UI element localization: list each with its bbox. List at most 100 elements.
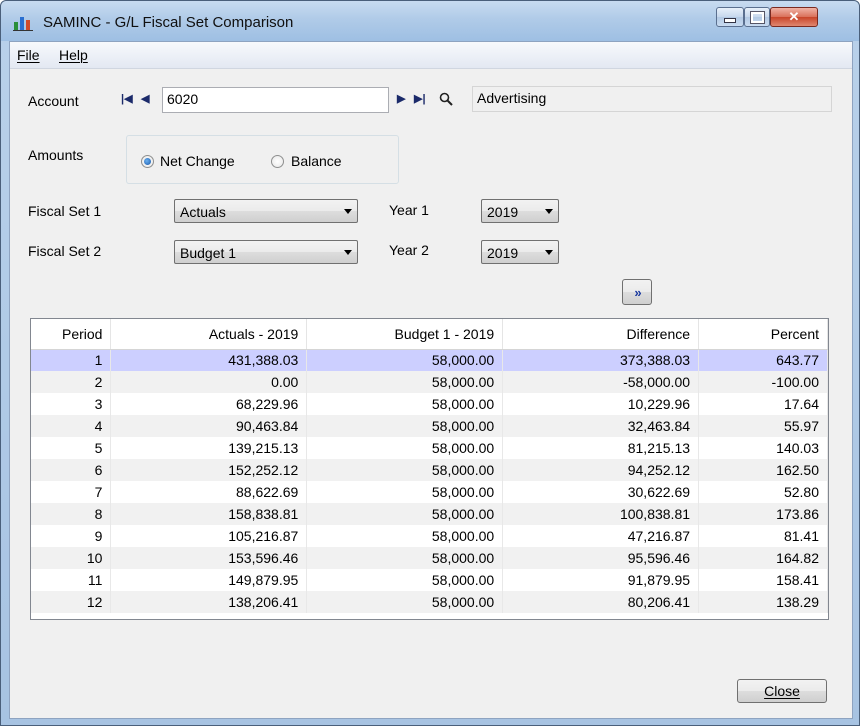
cell-difference: -58,000.00 bbox=[502, 371, 700, 393]
menu-file[interactable]: File bbox=[17, 47, 40, 63]
fiscal-set-1-select[interactable]: Actuals bbox=[174, 199, 358, 223]
cell-budget: 58,000.00 bbox=[306, 437, 504, 459]
cell-percent: 55.97 bbox=[698, 415, 828, 437]
balance-label[interactable]: Balance bbox=[291, 153, 342, 169]
table-row[interactable]: 1 431,388.03 58,000.00 373,388.03 643.77 bbox=[31, 349, 828, 371]
year-2-label: Year 2 bbox=[389, 242, 429, 258]
cell-difference: 100,838.81 bbox=[502, 503, 700, 525]
close-button[interactable]: Close bbox=[737, 679, 827, 703]
app-window: SAMINC - G/L Fiscal Set Comparison ✕ Fil… bbox=[0, 0, 860, 726]
table-row[interactable]: 7 88,622.69 58,000.00 30,622.69 52.80 bbox=[31, 481, 828, 503]
last-record-icon[interactable]: ▶| bbox=[414, 92, 426, 105]
net-change-radio[interactable] bbox=[141, 155, 154, 168]
cell-budget: 58,000.00 bbox=[306, 349, 504, 371]
search-icon[interactable] bbox=[439, 92, 453, 106]
close-window-button[interactable]: ✕ bbox=[770, 7, 818, 27]
amounts-groupbox: Net Change Balance bbox=[126, 135, 399, 184]
net-change-label[interactable]: Net Change bbox=[160, 153, 235, 169]
table-row[interactable]: 10 153,596.46 58,000.00 95,596.46 164.82 bbox=[31, 547, 828, 569]
window-title: SAMINC - G/L Fiscal Set Comparison bbox=[43, 14, 294, 31]
year-2-select[interactable]: 2019 bbox=[481, 240, 559, 264]
column-header-actuals[interactable]: Actuals - 2019 bbox=[110, 319, 308, 350]
table-row[interactable]: 5 139,215.13 58,000.00 81,215.13 140.03 bbox=[31, 437, 828, 459]
table-row[interactable]: 8 158,838.81 58,000.00 100,838.81 173.86 bbox=[31, 503, 828, 525]
cell-percent: -100.00 bbox=[698, 371, 828, 393]
first-record-icon[interactable]: |◀ bbox=[121, 92, 133, 105]
cell-percent: 81.41 bbox=[698, 525, 828, 547]
cell-period: 11 bbox=[31, 569, 112, 591]
minimize-button[interactable] bbox=[716, 7, 744, 27]
account-description: Advertising bbox=[472, 86, 832, 112]
close-button-label: Close bbox=[764, 683, 800, 699]
maximize-icon bbox=[749, 10, 765, 24]
cell-budget: 58,000.00 bbox=[306, 591, 504, 613]
table-row[interactable]: 4 90,463.84 58,000.00 32,463.84 55.97 bbox=[31, 415, 828, 437]
year-2-value: 2019 bbox=[487, 245, 519, 261]
cell-difference: 81,215.13 bbox=[502, 437, 700, 459]
account-input[interactable]: 6020 bbox=[162, 87, 389, 113]
cell-budget: 58,000.00 bbox=[306, 459, 504, 481]
table-row[interactable]: 6 152,252.12 58,000.00 94,252.12 162.50 bbox=[31, 459, 828, 481]
balance-radio[interactable] bbox=[271, 155, 284, 168]
menu-file-label: File bbox=[17, 47, 40, 63]
cell-period: 7 bbox=[31, 481, 112, 503]
window-client: File Help Account |◀ ◀ 6020 ▶ ▶| Adverti… bbox=[9, 41, 853, 719]
cell-actuals: 138,206.41 bbox=[110, 591, 308, 613]
cell-difference: 94,252.12 bbox=[502, 459, 700, 481]
cell-difference: 32,463.84 bbox=[502, 415, 700, 437]
cell-actuals: 431,388.03 bbox=[110, 349, 308, 371]
cell-period: 9 bbox=[31, 525, 112, 547]
menu-bar: File Help bbox=[10, 42, 852, 69]
menu-help-label: Help bbox=[59, 47, 88, 63]
cell-budget: 58,000.00 bbox=[306, 569, 504, 591]
cell-budget: 58,000.00 bbox=[306, 481, 504, 503]
fiscal-set-2-value: Budget 1 bbox=[180, 245, 237, 261]
chevron-down-icon bbox=[545, 250, 553, 255]
cell-percent: 173.86 bbox=[698, 503, 828, 525]
table-row[interactable]: 11 149,879.95 58,000.00 91,879.95 158.41 bbox=[31, 569, 828, 591]
title-bar[interactable]: SAMINC - G/L Fiscal Set Comparison ✕ bbox=[1, 1, 859, 41]
cell-difference: 10,229.96 bbox=[502, 393, 700, 415]
double-chevron-right-icon: » bbox=[634, 284, 641, 300]
maximize-button[interactable] bbox=[744, 7, 770, 27]
table-row[interactable]: 2 0.00 58,000.00 -58,000.00 -100.00 bbox=[31, 371, 828, 393]
close-icon: ✕ bbox=[788, 9, 800, 24]
menu-help[interactable]: Help bbox=[59, 47, 88, 63]
table-row[interactable]: 9 105,216.87 58,000.00 47,216.87 81.41 bbox=[31, 525, 828, 547]
cell-percent: 158.41 bbox=[698, 569, 828, 591]
year-1-label: Year 1 bbox=[389, 202, 429, 218]
cell-percent: 52.80 bbox=[698, 481, 828, 503]
chevron-down-icon bbox=[344, 209, 352, 214]
comparison-grid[interactable]: Period Actuals - 2019 Budget 1 - 2019 Di… bbox=[30, 318, 829, 620]
cell-actuals: 158,838.81 bbox=[110, 503, 308, 525]
cell-actuals: 88,622.69 bbox=[110, 481, 308, 503]
next-record-icon[interactable]: ▶ bbox=[397, 92, 405, 105]
column-header-difference[interactable]: Difference bbox=[502, 319, 700, 350]
previous-record-icon[interactable]: ◀ bbox=[141, 92, 149, 105]
table-row[interactable]: 12 138,206.41 58,000.00 80,206.41 138.29 bbox=[31, 591, 828, 613]
cell-actuals: 68,229.96 bbox=[110, 393, 308, 415]
cell-period: 5 bbox=[31, 437, 112, 459]
cell-percent: 164.82 bbox=[698, 547, 828, 569]
cell-period: 3 bbox=[31, 393, 112, 415]
cell-period: 8 bbox=[31, 503, 112, 525]
fiscal-set-2-label: Fiscal Set 2 bbox=[28, 243, 102, 259]
column-header-budget[interactable]: Budget 1 - 2019 bbox=[306, 319, 504, 350]
cell-actuals: 153,596.46 bbox=[110, 547, 308, 569]
fiscal-set-2-select[interactable]: Budget 1 bbox=[174, 240, 358, 264]
cell-period: 10 bbox=[31, 547, 112, 569]
cell-actuals: 0.00 bbox=[110, 371, 308, 393]
column-header-percent[interactable]: Percent bbox=[698, 319, 828, 350]
column-header-period[interactable]: Period bbox=[31, 319, 112, 350]
year-1-select[interactable]: 2019 bbox=[481, 199, 559, 223]
table-row[interactable]: 3 68,229.96 58,000.00 10,229.96 17.64 bbox=[31, 393, 828, 415]
cell-period: 12 bbox=[31, 591, 112, 613]
cell-difference: 30,622.69 bbox=[502, 481, 700, 503]
fiscal-set-1-label: Fiscal Set 1 bbox=[28, 203, 102, 219]
cell-difference: 80,206.41 bbox=[502, 591, 700, 613]
cell-budget: 58,000.00 bbox=[306, 525, 504, 547]
cell-percent: 17.64 bbox=[698, 393, 828, 415]
chart-icon bbox=[13, 17, 33, 31]
compare-go-button[interactable]: » bbox=[622, 279, 652, 305]
year-1-value: 2019 bbox=[487, 204, 519, 220]
